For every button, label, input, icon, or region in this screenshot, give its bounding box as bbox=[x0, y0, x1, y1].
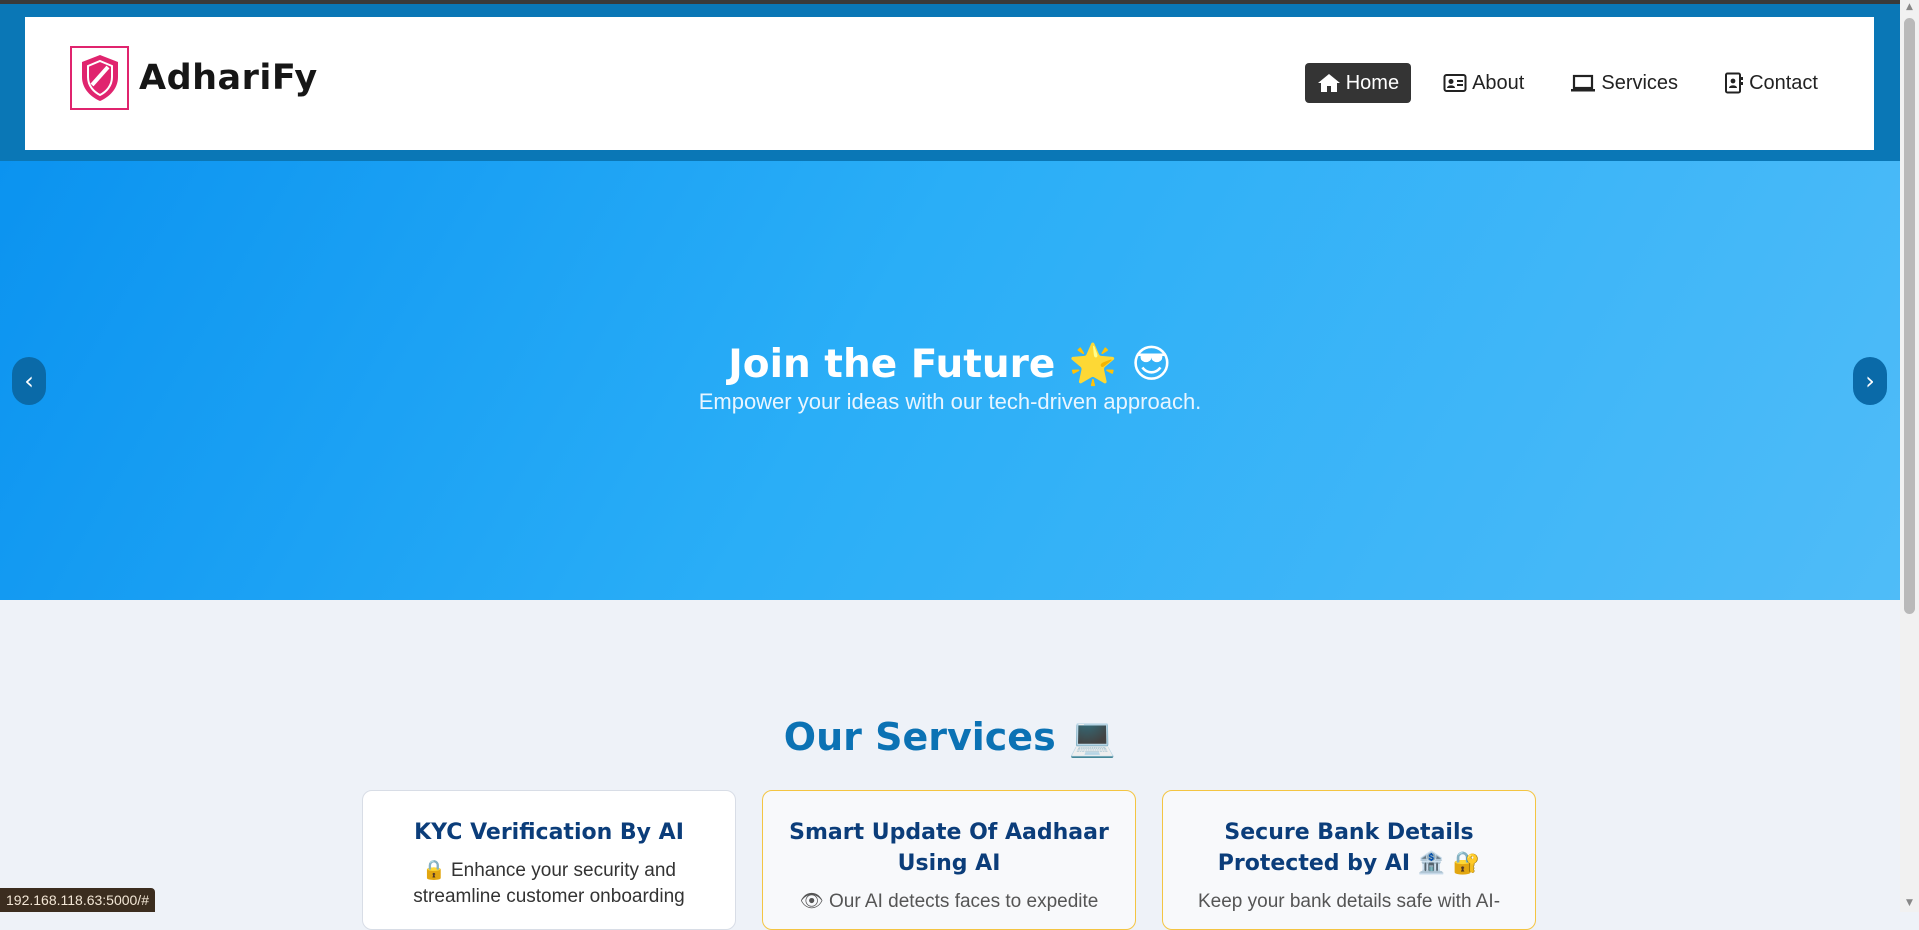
service-card-kyc[interactable]: KYC Verification By AI 🔒 Enhance your se… bbox=[362, 790, 736, 930]
service-card-text: 👁 Our AI detects faces to expedite bbox=[799, 891, 1099, 912]
services-heading: Our Services 💻 bbox=[783, 715, 1117, 759]
service-card-text: 🔒 Enhance your security and streamline c… bbox=[413, 860, 685, 907]
hero-carousel: Join the Future 🌟 😎 Empower your ideas w… bbox=[0, 161, 1900, 600]
chevron-left-icon: ‹ bbox=[24, 367, 34, 395]
scrollbar-thumb[interactable] bbox=[1904, 18, 1915, 614]
laptop-icon bbox=[1570, 73, 1596, 93]
navbar: AdhariFy Home About Services Contact bbox=[25, 17, 1874, 150]
scroll-down-arrow-icon[interactable]: ▼ bbox=[1904, 898, 1915, 910]
hero-title: Join the Future 🌟 😎 bbox=[728, 342, 1172, 387]
nav-home[interactable]: Home bbox=[1304, 63, 1412, 103]
service-card-title: Smart Update Of Aadhaar Using AI bbox=[789, 820, 1109, 876]
carousel-prev-button[interactable]: ‹ bbox=[12, 357, 46, 405]
brand-logo[interactable]: AdhariFy bbox=[70, 46, 318, 110]
id-card-icon bbox=[1443, 73, 1467, 93]
service-card-title: Secure Bank Details Protected by AI 🏦 🔐 bbox=[1217, 820, 1481, 876]
status-bar-url: 192.168.118.63:5000/# bbox=[0, 888, 155, 912]
nav-services[interactable]: Services bbox=[1556, 63, 1692, 103]
nav-contact-label: Contact bbox=[1749, 71, 1818, 94]
carousel-next-button[interactable]: › bbox=[1853, 357, 1887, 405]
vertical-scrollbar[interactable]: ▲ ▼ bbox=[1900, 0, 1919, 912]
nav-services-label: Services bbox=[1601, 71, 1679, 94]
nav-contact[interactable]: Contact bbox=[1710, 63, 1832, 103]
home-icon bbox=[1317, 72, 1341, 94]
nav-home-label: Home bbox=[1345, 71, 1400, 94]
hero-subtitle: Empower your ideas with our tech-driven … bbox=[698, 389, 1202, 414]
service-card-bank[interactable]: Secure Bank Details Protected by AI 🏦 🔐 … bbox=[1162, 790, 1536, 930]
chevron-right-icon: › bbox=[1865, 367, 1875, 395]
contact-book-icon bbox=[1724, 72, 1744, 94]
brand-name: AdhariFy bbox=[139, 58, 318, 98]
nav-about-label: About bbox=[1472, 71, 1525, 94]
scroll-up-arrow-icon[interactable]: ▲ bbox=[1904, 2, 1915, 14]
nav-about[interactable]: About bbox=[1429, 63, 1538, 103]
service-card-text: Keep your bank details safe with AI- bbox=[1197, 891, 1501, 912]
service-card-title: KYC Verification By AI bbox=[414, 820, 684, 845]
main-nav: Home About Services Contact bbox=[1304, 63, 1832, 103]
service-card-aadhaar[interactable]: Smart Update Of Aadhaar Using AI 👁 Our A… bbox=[762, 790, 1136, 930]
shield-logo-icon bbox=[70, 46, 129, 110]
